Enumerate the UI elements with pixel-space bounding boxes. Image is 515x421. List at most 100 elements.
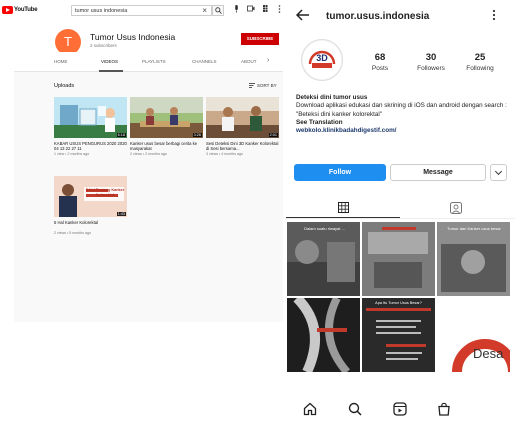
video-card[interactable]: 6:18 KABAR USUS PENGURUS 2020 2020 04 13…	[54, 97, 127, 156]
profile-handle: tumor.usus.indonesia	[326, 11, 430, 22]
stat-followers-label: Followers	[417, 65, 445, 72]
home-icon[interactable]	[303, 402, 317, 416]
back-arrow-icon[interactable]	[296, 9, 310, 21]
search-icon	[215, 7, 222, 14]
youtube-logo[interactable]: YouTube	[2, 6, 38, 14]
video-thumbnail[interactable]: 3:26	[130, 97, 203, 138]
stat-posts-label: Posts	[371, 65, 389, 72]
create-video-icon[interactable]	[247, 5, 255, 12]
video-title[interactable]: 5 Hal Kanker Kolorektal	[54, 220, 127, 230]
see-translation-link[interactable]: See Translation	[296, 119, 511, 127]
post-tile[interactable]	[362, 222, 435, 296]
video-title[interactable]: Sesi Deteksi Dini 3D Kanker Kolorektal d…	[206, 141, 279, 151]
instagram-panel: tumor.usus.indonesia 3D 68 Posts 30 Foll…	[286, 0, 515, 421]
video-thumbnail-art	[206, 97, 279, 138]
tab-playlists[interactable]: PLAYLISTS	[142, 59, 166, 64]
tab-home[interactable]: HOME	[54, 59, 68, 64]
post-tile[interactable]: Desa	[437, 298, 510, 372]
video-card[interactable]: 2:01 Sesi Deteksi Dini 3D Kanker Kolorek…	[206, 97, 279, 156]
post-tile[interactable]	[287, 298, 360, 372]
reels-icon[interactable]	[393, 402, 407, 416]
video-meta: 2 views • 5 months ago	[54, 231, 92, 235]
youtube-header-icons	[234, 5, 281, 13]
post-tile-art	[362, 222, 435, 296]
post-tile-art	[362, 298, 435, 372]
chevron-right-icon[interactable]: ›	[267, 57, 269, 64]
video-meta: 2 views • 2 months ago	[130, 152, 168, 156]
video-duration: 1:43	[116, 212, 126, 216]
youtube-logo-text: YouTube	[14, 7, 38, 13]
suggested-dropdown-button[interactable]	[490, 164, 507, 181]
grid-icon[interactable]	[338, 202, 349, 213]
search-input[interactable]: tumor usus indonesia ×	[71, 5, 212, 16]
post-tile-art	[287, 298, 360, 372]
bio-website-link[interactable]: webkolo.klinikbadahdigestif.com/	[296, 127, 511, 135]
video-card[interactable]: 5 Hal Tentang Kanker Kolorektal 1:43 5 H…	[54, 176, 127, 235]
video-thumbnail-text: 5 Hal Tentang Kanker Kolorektal	[85, 188, 125, 197]
video-title[interactable]: KABAR USUS PENGURUS 2020 2020 04 13 22 2…	[54, 141, 127, 151]
profile-tabs-divider	[286, 218, 515, 219]
stat-followers[interactable]: 30 Followers	[404, 52, 458, 72]
sort-by-button[interactable]: SORT BY	[249, 83, 277, 88]
post-tile[interactable]: Dalam suatu riwayat ...	[287, 222, 360, 296]
more-vert-icon[interactable]	[278, 5, 281, 13]
video-thumbnail[interactable]: 5 Hal Tentang Kanker Kolorektal 1:43	[54, 176, 127, 217]
post-tile[interactable]: Apa Itu Tumor Usus Besar?	[362, 298, 435, 372]
message-button[interactable]: Message	[390, 164, 486, 181]
video-title[interactable]: Kanker usus besar berbagi cerita ke masy…	[130, 141, 203, 151]
tab-channels[interactable]: CHANNELS	[192, 59, 217, 64]
stat-posts[interactable]: 68 Posts	[353, 52, 407, 72]
profile-bio: Deteksi dini tumor usus Download aplikas…	[296, 94, 511, 135]
stat-followers-count: 30	[425, 52, 437, 63]
profile-avatar[interactable]: 3D	[301, 39, 343, 81]
clear-icon[interactable]: ×	[202, 6, 207, 15]
search-button[interactable]	[212, 5, 224, 16]
video-thumbnail[interactable]: 6:18	[54, 97, 127, 138]
post-tile-text: Desa	[473, 346, 504, 361]
channel-tabs: HOME VIDEOS PLAYLISTS CHANNELS ABOUT ›	[14, 52, 283, 72]
post-tile-art	[287, 222, 360, 296]
video-card[interactable]: 3:26 Kanker usus besar berbagi cerita ke…	[130, 97, 203, 156]
video-meta: 1 view • 2 months ago	[54, 152, 90, 156]
bottom-nav	[286, 397, 515, 421]
tagged-icon[interactable]	[450, 202, 462, 214]
profile-avatar-text: 3D	[316, 53, 328, 63]
bio-text: Download aplikasi edukasi dan skrining d…	[296, 102, 507, 110]
youtube-topbar: YouTube tumor usus indonesia ×	[2, 0, 283, 21]
video-meta: 3 views • 4 months ago	[206, 152, 244, 156]
post-tile-text: Dalam suatu riwayat ...	[304, 226, 345, 231]
post-tile-art	[437, 222, 510, 296]
bio-search-term: "Beteksi dini kanker kolorektal"	[296, 110, 383, 118]
stat-posts-count: 68	[374, 52, 386, 63]
shop-icon[interactable]	[437, 402, 451, 416]
bio-name: Deteksi dini tumor usus	[296, 94, 368, 101]
subscriber-count: 2 subscribers	[90, 43, 117, 48]
video-duration: 2:01	[268, 133, 278, 137]
youtube-play-icon	[2, 6, 13, 14]
search-icon[interactable]	[348, 402, 362, 416]
uploads-heading: Uploads	[54, 83, 75, 89]
channel-name: Tumor Usus Indonesia	[90, 32, 176, 42]
video-thumbnail[interactable]: 2:01	[206, 97, 279, 138]
video-duration: 6:18	[116, 133, 126, 137]
stat-following[interactable]: 25 Following	[453, 52, 507, 72]
search-input-value: tumor usus indonesia	[75, 8, 128, 14]
apps-icon[interactable]	[263, 5, 270, 12]
stat-following-count: 25	[474, 52, 486, 63]
post-tile-text: Tumor dan Kanker usus besar	[447, 226, 501, 231]
more-vert-icon[interactable]	[492, 9, 496, 21]
stat-following-label: Following	[466, 65, 494, 72]
video-thumbnail-art	[54, 97, 127, 138]
video-thumbnail-art	[130, 97, 203, 138]
tab-about[interactable]: ABOUT	[241, 59, 257, 64]
follow-button[interactable]: Follow	[294, 164, 386, 181]
youtube-panel: YouTube tumor usus indonesia × T Tumor U…	[2, 0, 283, 322]
mic-icon[interactable]	[234, 5, 239, 13]
active-tab-indicator	[99, 70, 123, 72]
subscribe-button[interactable]: SUBSCRIBE	[241, 33, 279, 45]
post-tile-text: Apa Itu Tumor Usus Besar?	[375, 301, 422, 305]
tab-videos[interactable]: VIDEOS	[101, 59, 118, 64]
video-duration: 3:26	[192, 133, 202, 137]
sort-by-label: SORT BY	[257, 83, 277, 88]
post-tile[interactable]: Tumor dan Kanker usus besar	[437, 222, 510, 296]
